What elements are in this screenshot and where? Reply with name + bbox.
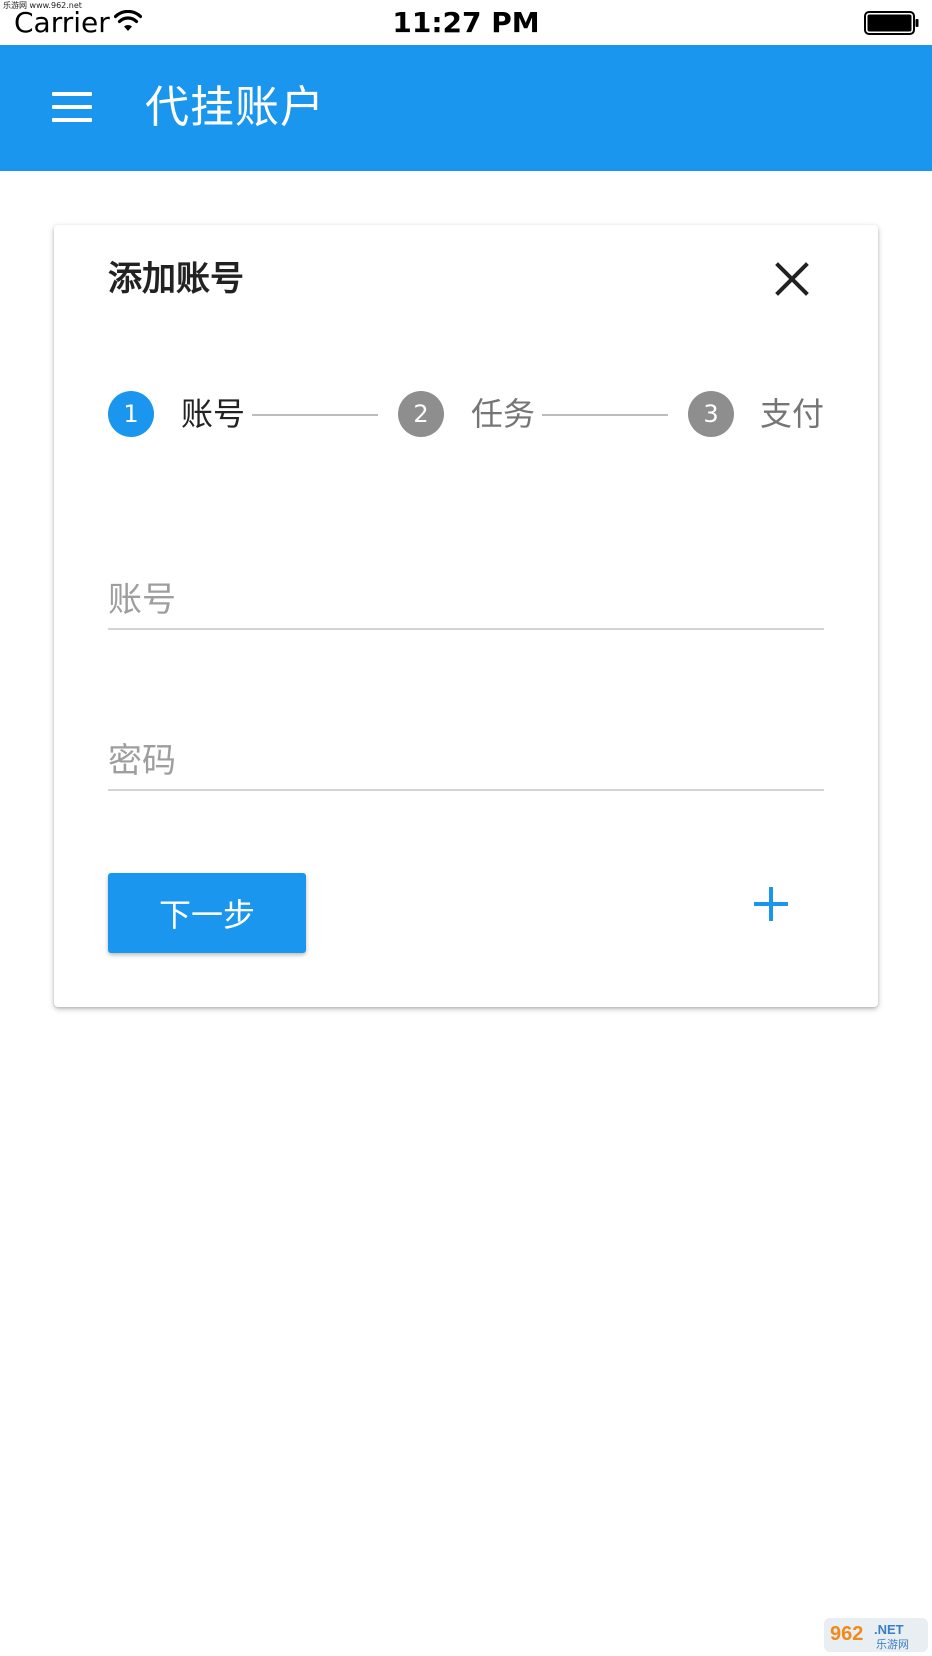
step-2-label: 任务 — [471, 395, 536, 433]
svg-text:乐游网: 乐游网 — [876, 1638, 909, 1651]
step-1-circle: 1 — [108, 391, 154, 437]
account-field — [108, 572, 824, 630]
status-time: 11:27 PM — [392, 6, 540, 39]
step-3-label: 支付 — [760, 395, 825, 433]
step-2-circle: 2 — [398, 391, 444, 437]
card-title: 添加账号 — [108, 259, 244, 299]
menu-icon[interactable] — [52, 92, 92, 122]
account-input[interactable] — [108, 572, 824, 628]
watermark-logo: 962 .NET 乐游网 — [824, 1618, 928, 1652]
step-1-label: 账号 — [181, 395, 246, 433]
status-bar: 乐游网 www.962.net Carrier 11:27 PM — [0, 0, 932, 45]
page-title: 代挂账户 — [145, 82, 325, 133]
password-input[interactable] — [108, 733, 824, 789]
step-connector-2 — [542, 414, 668, 416]
next-step-button[interactable]: 下一步 — [108, 873, 306, 953]
svg-text:.NET: .NET — [874, 1622, 904, 1637]
step-3-circle: 3 — [688, 391, 734, 437]
add-icon[interactable] — [751, 884, 791, 924]
svg-text:962: 962 — [830, 1623, 863, 1645]
app-bar: 代挂账户 — [0, 45, 932, 171]
password-field — [108, 733, 824, 791]
close-icon[interactable] — [774, 261, 810, 297]
add-account-card: 添加账号 1 账号 2 任务 3 支付 下一步 — [54, 225, 878, 1007]
step-connector-1 — [252, 414, 378, 416]
stepper: 1 账号 2 任务 3 支付 — [108, 391, 824, 437]
battery-icon — [864, 11, 919, 35]
